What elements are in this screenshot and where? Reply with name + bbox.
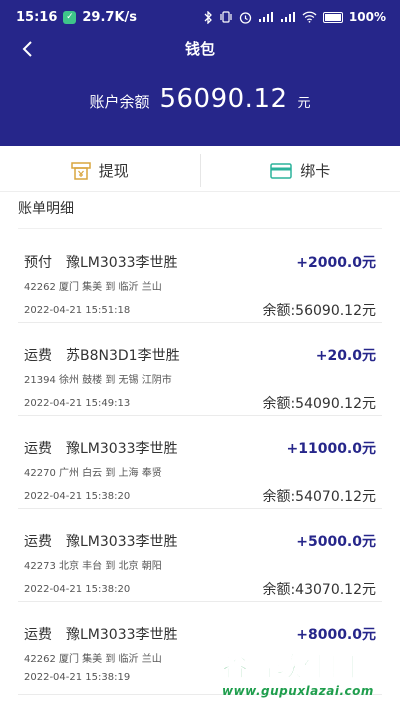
watermark-url: www.gupuxlazai.com xyxy=(222,684,374,698)
transaction-route: 42270 广州 白云 到 上海 奉贤 xyxy=(24,468,162,479)
transaction-amount: +11000.0元 xyxy=(286,441,377,457)
bind-card-label: 绑卡 xyxy=(300,162,331,180)
wallet-header: 15:16 ✓ 29.7K/s 100% 钱包 账户余额 56090.12 元 xyxy=(0,0,400,146)
transaction-type: 运费 xyxy=(24,627,52,643)
transaction-list: 预付 豫LM3033李世胜 +2000.0元 42262 厦门 集美 到 临沂 … xyxy=(18,230,382,695)
withdraw-label: 提现 xyxy=(98,162,129,180)
page-title: 钱包 xyxy=(184,40,215,58)
transaction-amount: +5000.0元 xyxy=(296,534,376,550)
withdraw-icon xyxy=(70,161,91,180)
section-divider xyxy=(18,228,382,229)
transaction-time: 2022-04-21 15:38:20 xyxy=(24,583,131,595)
transaction-item[interactable]: 运费 豫LM3033李世胜 +11000.0元 42270 广州 白云 到 上海… xyxy=(18,416,382,509)
transaction-item[interactable]: 运费 苏B8N3D1李世胜 +20.0元 21394 徐州 鼓楼 到 无锡 江阴… xyxy=(18,323,382,416)
nav-bar: 钱包 xyxy=(0,34,400,64)
transaction-plate: 豫LM3033李世胜 xyxy=(66,441,178,457)
signal-icon xyxy=(258,11,274,23)
status-bar: 15:16 ✓ 29.7K/s 100% xyxy=(0,0,400,34)
site-watermark: 谷普软件园 www.gupuxlazai.com xyxy=(222,647,392,707)
wifi-icon xyxy=(302,11,317,23)
transaction-type: 预付 xyxy=(24,255,52,271)
signal-2-icon xyxy=(280,11,296,23)
bind-card-button[interactable]: 绑卡 xyxy=(201,150,400,191)
transaction-plate: 豫LM3033李世胜 xyxy=(66,255,178,271)
alarm-icon xyxy=(239,11,252,24)
transaction-type: 运费 xyxy=(24,348,52,364)
transaction-balance: 余额:56090.12元 xyxy=(262,303,376,319)
battery-icon xyxy=(322,11,343,23)
transaction-route: 42273 北京 丰台 到 北京 朝阳 xyxy=(24,561,162,572)
transaction-time: 2022-04-21 15:49:13 xyxy=(24,397,131,409)
transaction-route: 42262 厦门 集美 到 临沂 兰山 xyxy=(24,282,162,293)
transaction-type: 运费 xyxy=(24,534,52,550)
section-title: 账单明细 xyxy=(18,201,74,217)
transaction-plate: 豫LM3033李世胜 xyxy=(66,534,178,550)
transaction-route: 42262 厦门 集美 到 临沂 兰山 xyxy=(24,654,162,665)
balance-amount: 56090.12 xyxy=(159,84,288,114)
bluetooth-icon xyxy=(204,10,213,24)
transaction-balance: 余额:43070.12元 xyxy=(262,582,376,598)
vibrate-icon xyxy=(219,11,233,23)
transaction-time: 2022-04-21 15:38:20 xyxy=(24,490,131,502)
transaction-plate: 豫LM3033李世胜 xyxy=(66,627,178,643)
transaction-amount: +2000.0元 xyxy=(296,255,376,271)
transaction-plate: 苏B8N3D1李世胜 xyxy=(66,348,180,364)
transaction-balance: 余额:54090.12元 xyxy=(262,396,376,412)
battery-level: 100% xyxy=(348,10,386,24)
bank-card-icon xyxy=(270,162,292,179)
transaction-type: 运费 xyxy=(24,441,52,457)
transaction-amount: +8000.0元 xyxy=(296,627,376,643)
status-time: 15:16 xyxy=(16,9,58,25)
transaction-amount: +20.0元 xyxy=(315,348,376,364)
balance-label: 账户余额 xyxy=(89,93,150,111)
withdraw-button[interactable]: 提现 xyxy=(0,150,200,191)
transaction-item[interactable]: 预付 豫LM3033李世胜 +2000.0元 42262 厦门 集美 到 临沂 … xyxy=(18,230,382,323)
check-badge-icon: ✓ xyxy=(63,10,77,24)
balance-unit: 元 xyxy=(297,96,311,111)
wallet-actions: 提现 绑卡 xyxy=(0,150,400,192)
balance-display: 账户余额 56090.12 元 xyxy=(0,84,400,114)
transaction-route: 21394 徐州 鼓楼 到 无锡 江阴市 xyxy=(24,375,172,386)
transaction-time: 2022-04-21 15:38:19 xyxy=(24,672,131,683)
transaction-balance: 余额:54070.12元 xyxy=(262,489,376,505)
network-speed: 29.7K/s xyxy=(82,9,138,25)
transaction-time: 2022-04-21 15:51:18 xyxy=(24,304,131,316)
transaction-item[interactable]: 运费 豫LM3033李世胜 +5000.0元 42273 北京 丰台 到 北京 … xyxy=(18,509,382,602)
watermark-title: 谷普软件园 xyxy=(222,653,358,684)
